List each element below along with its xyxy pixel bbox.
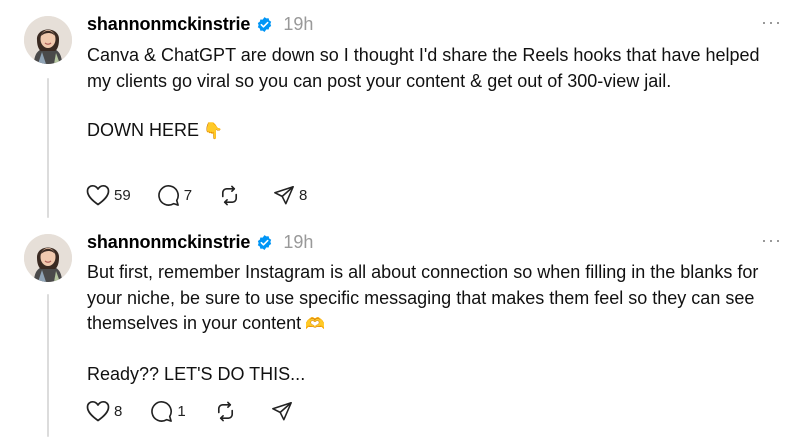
- username[interactable]: shannonmckinstrie: [87, 14, 250, 35]
- share-count: 8: [299, 186, 308, 204]
- repost-button[interactable]: [214, 400, 241, 423]
- timestamp: 19h: [283, 13, 314, 34]
- like-count: 8: [114, 402, 123, 420]
- reply-button[interactable]: 7: [157, 184, 192, 207]
- username[interactable]: shannonmckinstrie: [87, 232, 250, 253]
- more-options-button[interactable]: ···: [761, 230, 782, 251]
- like-button[interactable]: 59: [86, 184, 131, 206]
- post-body: Canva & ChatGPT are down so I thought I'…: [87, 43, 767, 145]
- more-options-button[interactable]: ···: [761, 12, 782, 33]
- verified-badge-icon: [256, 16, 273, 33]
- post-text: Ready?? LET'S DO THIS...: [87, 363, 306, 384]
- share-button[interactable]: [271, 400, 297, 422]
- reply-count: 7: [183, 186, 193, 204]
- avatar-image: [24, 16, 72, 64]
- thread-post: shannonmckinstrie 19h ··· Canva & ChatGP…: [0, 0, 800, 220]
- post-actions: 8 1: [86, 398, 297, 424]
- post-text-line: DOWN HERE: [87, 120, 199, 140]
- post-body: But first, remember Instagram is all abo…: [87, 260, 767, 387]
- repost-icon: [218, 184, 241, 207]
- reply-count: 1: [177, 402, 186, 420]
- heart-hands-emoji: 🫶: [305, 316, 326, 333]
- post-text: But first, remember Instagram is all abo…: [87, 260, 767, 338]
- like-count: 59: [114, 186, 131, 204]
- post-actions: 59 7 8: [86, 182, 307, 208]
- thread-post: shannonmckinstrie 19h ··· But first, rem…: [0, 220, 800, 439]
- post-header: shannonmckinstrie 19h: [87, 12, 313, 36]
- comment-icon: [157, 184, 180, 207]
- share-button[interactable]: 8: [273, 184, 307, 206]
- avatar[interactable]: [24, 16, 72, 64]
- reply-button[interactable]: 1: [150, 400, 186, 423]
- pointing-down-emoji: 👇: [203, 123, 223, 140]
- heart-icon: [86, 400, 110, 422]
- like-button[interactable]: 8: [86, 400, 122, 422]
- post-text: Canva & ChatGPT are down so I thought I'…: [87, 45, 760, 91]
- repost-button[interactable]: [218, 184, 245, 207]
- post-text-line: But first, remember Instagram is all abo…: [87, 262, 759, 333]
- heart-icon: [86, 184, 110, 206]
- comment-icon: [150, 400, 173, 423]
- post-text: DOWN HERE 👇: [87, 118, 767, 145]
- avatar-image: [24, 234, 72, 282]
- post-header: shannonmckinstrie 19h: [87, 230, 313, 254]
- repost-icon: [214, 400, 237, 423]
- send-icon: [273, 184, 295, 206]
- avatar[interactable]: [24, 234, 72, 282]
- verified-badge-icon: [256, 234, 273, 251]
- send-icon: [271, 400, 293, 422]
- timestamp: 19h: [283, 231, 314, 252]
